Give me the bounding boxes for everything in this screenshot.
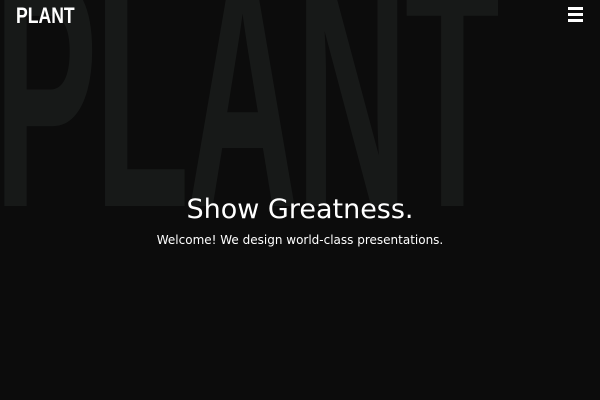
- hero-subheadline: Welcome! We design world-class presentat…: [156, 233, 444, 247]
- menu-icon-bar: [568, 13, 583, 16]
- menu-icon-bar: [568, 19, 583, 22]
- hero-section: Show Greatness. Welcome! We design world…: [0, 190, 600, 250]
- site-logo[interactable]: PLANT: [16, 4, 75, 28]
- landing-page: PLANT PLANT Show Greatness. Welcome! We …: [0, 0, 600, 400]
- menu-button[interactable]: [565, 6, 587, 24]
- hero-headline: Show Greatness.: [186, 194, 414, 225]
- menu-icon-bar: [568, 7, 583, 10]
